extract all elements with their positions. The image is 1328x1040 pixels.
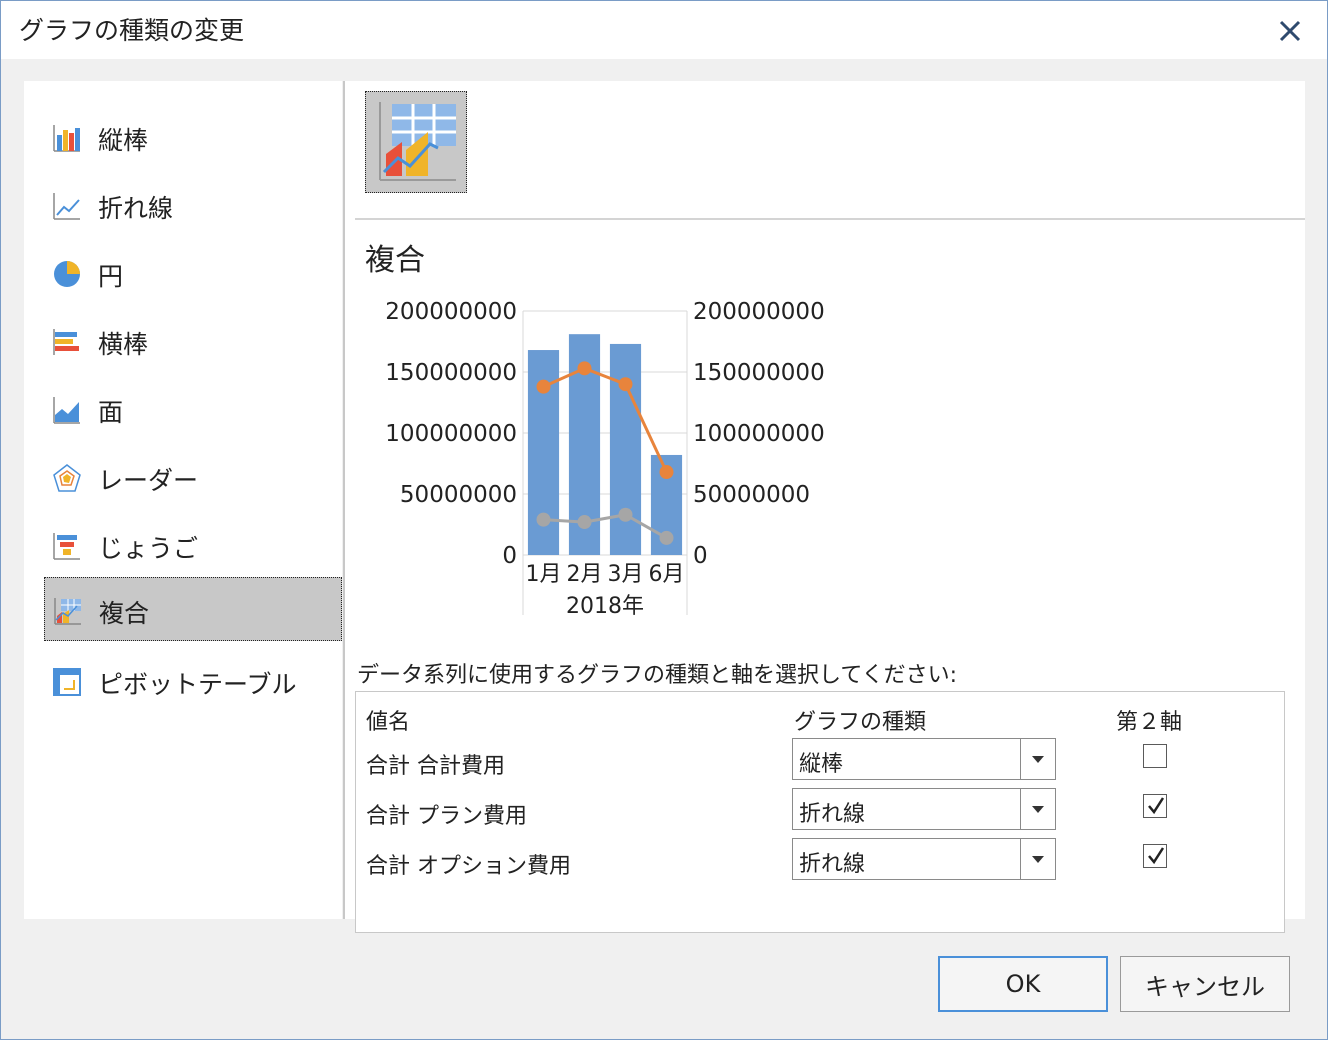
header-series-name: 値名 (366, 710, 411, 735)
bar (609, 343, 642, 555)
chart-type-item-area[interactable]: 面 (44, 377, 342, 441)
y-tick-label: 200000000 (385, 299, 517, 325)
y2-tick-label: 200000000 (693, 299, 825, 325)
dialog-title: グラフの種類の変更 (19, 16, 245, 45)
header-secondary-axis: 第２軸 (1116, 710, 1183, 735)
combo-subtype-thumbnail[interactable] (365, 91, 467, 193)
x-tick-label: 1月 (526, 562, 562, 587)
y-tick-label: 100000000 (385, 421, 517, 447)
data-point (536, 379, 551, 394)
line-chart-icon (52, 191, 82, 221)
subtype-title: 複合 (365, 243, 425, 278)
y2-tick-label: 100000000 (693, 421, 825, 447)
data-point (659, 465, 674, 480)
change-chart-type-dialog: グラフの種類の変更 縦棒 折れ線 円 横棒 面 レーダー じょうご 複合 ピボッ… (0, 0, 1328, 1040)
checkmark-icon (1148, 847, 1165, 865)
chart-type-list: 縦棒 折れ線 円 横棒 面 レーダー じょうご 複合 ピボットテーブル (24, 81, 342, 919)
selected-value: 縦棒 (799, 752, 844, 777)
series-name: 合計 合計費用 (366, 754, 505, 779)
data-point (577, 515, 592, 530)
dropdown-arrow-icon[interactable] (1020, 839, 1055, 879)
combo-chart-icon (53, 596, 83, 626)
close-icon[interactable] (1272, 13, 1308, 49)
chart-type-label: レーダー (98, 466, 199, 495)
chart-type-label: 横棒 (98, 330, 149, 359)
series-table: 値名 グラフの種類 第２軸 合計 合計費用 縦棒 合計 プラン費用 折れ線 合計… (355, 691, 1285, 933)
pivot-table-icon (52, 667, 82, 697)
pie-chart-icon (52, 259, 82, 289)
chart-type-label: 円 (98, 262, 124, 291)
combo-chart-preview: 0 50000000 100000000 150000000 200000000 0 500… (385, 299, 825, 619)
chart-type-item-column[interactable]: 縦棒 (44, 105, 342, 169)
checkmark-icon (1148, 797, 1165, 815)
series-chart-type-select[interactable]: 縦棒 (792, 738, 1056, 780)
area-chart-icon (52, 395, 82, 425)
series-line (543, 513, 668, 540)
funnel-chart-icon (52, 531, 82, 561)
series-name: 合計 オプション費用 (366, 854, 571, 879)
preview-divider (355, 218, 1305, 220)
column-chart-icon (52, 123, 82, 153)
chart-type-item-pivot-table[interactable]: ピボットテーブル (44, 649, 342, 713)
data-point (618, 377, 633, 392)
chart-type-item-bar[interactable]: 横棒 (44, 309, 342, 373)
chart-type-item-funnel[interactable]: じょうご (44, 513, 342, 577)
data-point (659, 530, 674, 545)
y-tick-label: 150000000 (385, 360, 517, 386)
chart-type-label: 縦棒 (98, 126, 149, 155)
x-tick-label: 6月 (649, 562, 685, 587)
y2-tick-label: 0 (693, 543, 708, 569)
y-tick-label: 50000000 (400, 482, 517, 508)
y2-tick-label: 50000000 (693, 482, 810, 508)
ok-button[interactable]: OK (938, 956, 1108, 1012)
series-chart-type-select[interactable]: 折れ線 (792, 788, 1056, 830)
dropdown-arrow-icon[interactable] (1020, 789, 1055, 829)
series-name: 合計 プラン費用 (366, 804, 527, 829)
chart-preview-panel: 複合 0 50000000 100000000 150000000 200000000 0… (345, 81, 1305, 933)
selected-value: 折れ線 (799, 802, 866, 827)
cancel-button[interactable]: キャンセル (1120, 956, 1290, 1012)
chart-type-label: じょうご (98, 534, 199, 563)
chart-type-label: ピボットテーブル (98, 670, 297, 699)
title-bar: グラフの種類の変更 (1, 1, 1327, 59)
y2-tick-label: 150000000 (693, 360, 825, 386)
x-tick-label: 2月 (567, 562, 603, 587)
data-point (618, 507, 633, 522)
y-tick-label: 0 (502, 543, 517, 569)
x-group-label: 2018年 (566, 594, 644, 619)
dropdown-arrow-icon[interactable] (1020, 739, 1055, 779)
secondary-axis-checkbox[interactable] (1143, 744, 1167, 768)
chart-type-item-pie[interactable]: 円 (44, 241, 342, 305)
series-chart-type-select[interactable]: 折れ線 (792, 838, 1056, 880)
secondary-axis-checkbox[interactable] (1143, 844, 1167, 868)
header-chart-type: グラフの種類 (794, 710, 927, 735)
chart-type-label: 折れ線 (98, 194, 174, 223)
data-point (577, 361, 592, 376)
data-point (536, 512, 551, 527)
bar-chart-icon (52, 327, 82, 357)
secondary-axis-checkbox[interactable] (1143, 794, 1167, 818)
chart-type-item-combo[interactable]: 複合 (44, 577, 342, 641)
chart-type-label: 複合 (99, 599, 150, 628)
series-instruction: データ系列に使用するグラフの種類と軸を選択してください: (357, 663, 958, 688)
chart-type-item-line[interactable]: 折れ線 (44, 173, 342, 237)
radar-chart-icon (52, 463, 82, 493)
series-line (542, 366, 668, 473)
chart-type-item-radar[interactable]: レーダー (44, 445, 342, 509)
x-tick-label: 3月 (608, 562, 644, 587)
chart-type-label: 面 (98, 398, 124, 427)
selected-value: 折れ線 (799, 852, 866, 877)
